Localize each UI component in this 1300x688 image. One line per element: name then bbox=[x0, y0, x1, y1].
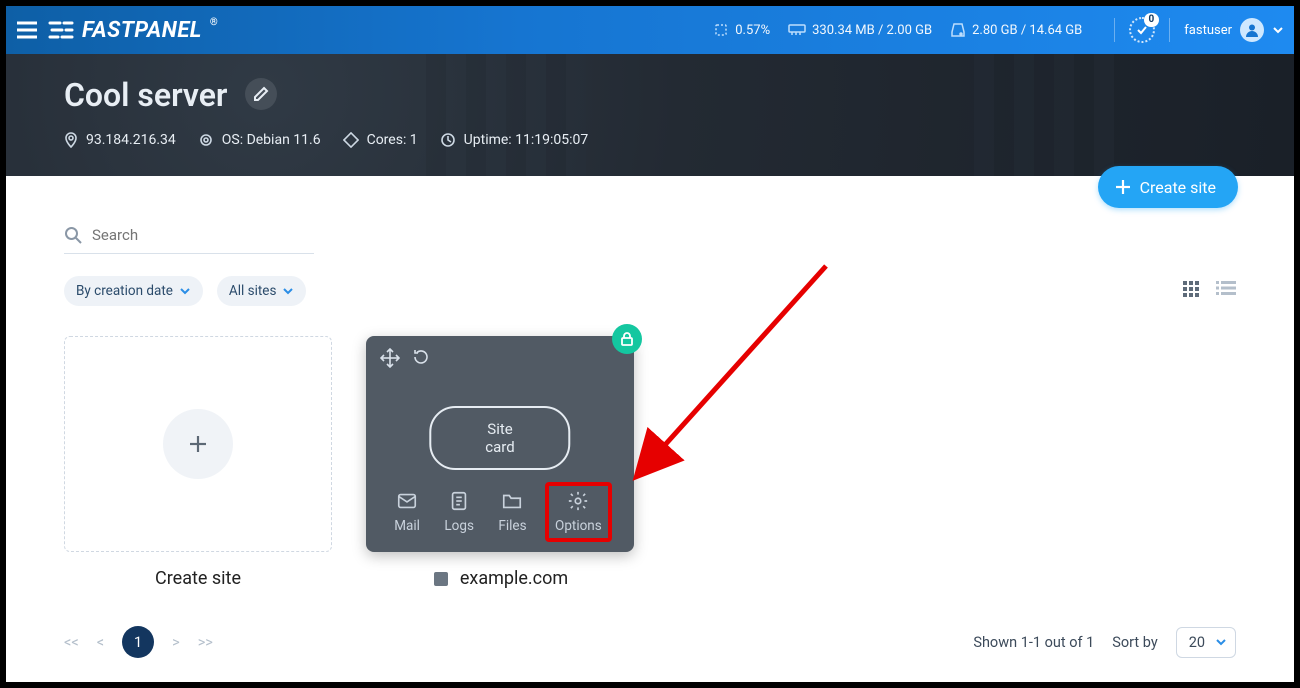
cores-value: Cores: 1 bbox=[367, 132, 418, 148]
site-card-button[interactable]: Site card bbox=[429, 406, 570, 470]
tasks-count: 0 bbox=[1144, 13, 1160, 27]
mail-action[interactable]: Mail bbox=[388, 486, 426, 542]
cpu-icon bbox=[713, 22, 729, 38]
search-icon bbox=[64, 226, 82, 244]
pencil-icon bbox=[253, 86, 269, 102]
create-site-button[interactable]: Create site bbox=[1098, 166, 1238, 208]
gear-icon bbox=[567, 490, 589, 512]
chevron-down-icon bbox=[179, 287, 191, 295]
server-cores: Cores: 1 bbox=[343, 132, 418, 148]
options-label: Options bbox=[555, 518, 602, 534]
disk-icon bbox=[950, 22, 966, 38]
grid-view-button[interactable] bbox=[1182, 280, 1200, 302]
content: By creation date All sites Create site bbox=[6, 176, 1294, 682]
site-domain: example.com bbox=[460, 568, 568, 589]
grid-icon bbox=[1182, 280, 1200, 298]
user-menu[interactable]: fastuser bbox=[1184, 18, 1284, 42]
page-current[interactable]: 1 bbox=[122, 626, 154, 658]
list-view-button[interactable] bbox=[1216, 280, 1236, 302]
plus-icon bbox=[187, 433, 209, 455]
disk-stat[interactable]: 2.80 GB / 14.64 GB bbox=[950, 22, 1082, 38]
create-site-card[interactable]: Create site bbox=[64, 336, 332, 589]
pagination: << < 1 > >> bbox=[64, 626, 213, 658]
tasks-button[interactable]: 0 bbox=[1129, 17, 1155, 43]
site-card: Site card Mail Logs Files bbox=[366, 336, 634, 589]
create-card-caption: Create site bbox=[64, 568, 332, 589]
mail-label: Mail bbox=[394, 518, 420, 534]
search-box[interactable] bbox=[64, 226, 314, 245]
server-os: OS: Debian 11.6 bbox=[198, 132, 321, 148]
server-uptime: Uptime: 11:19:05:07 bbox=[440, 132, 589, 148]
person-icon bbox=[1245, 23, 1259, 37]
page-last[interactable]: >> bbox=[198, 634, 213, 651]
page-first[interactable]: << bbox=[64, 634, 79, 651]
logs-action[interactable]: Logs bbox=[438, 486, 480, 542]
separator bbox=[1114, 18, 1115, 42]
logs-icon bbox=[448, 490, 470, 512]
logs-label: Logs bbox=[444, 518, 474, 534]
topbar: FASTPANEL ® 0.57% 330.34 MB / 2.00 GB 2.… bbox=[6, 6, 1294, 54]
server-ip: 93.184.216.34 bbox=[64, 132, 176, 148]
scope-filter[interactable]: All sites bbox=[217, 276, 307, 306]
disk-value: 2.80 GB / 14.64 GB bbox=[972, 23, 1082, 38]
search-input[interactable] bbox=[92, 226, 314, 244]
files-action[interactable]: Files bbox=[492, 486, 532, 542]
plus-circle bbox=[163, 409, 233, 479]
server-header: Cool server 93.184.216.34 OS: Debian 11.… bbox=[6, 54, 1294, 176]
edit-title-button[interactable] bbox=[245, 78, 277, 110]
page-prev[interactable]: < bbox=[97, 634, 104, 651]
ssl-badge[interactable] bbox=[612, 324, 642, 354]
move-icon bbox=[380, 348, 400, 368]
cpu-value: 0.57% bbox=[735, 23, 770, 38]
gear-icon bbox=[198, 132, 214, 148]
restart-icon bbox=[412, 348, 430, 366]
separator bbox=[1169, 18, 1170, 42]
image-icon bbox=[432, 570, 450, 588]
scope-filter-label: All sites bbox=[229, 283, 277, 299]
files-label: Files bbox=[498, 518, 526, 534]
sortby-label: Sort by bbox=[1112, 634, 1157, 651]
list-icon bbox=[1216, 280, 1236, 296]
username: fastuser bbox=[1184, 23, 1232, 38]
logo-icon bbox=[48, 20, 74, 40]
cores-icon bbox=[343, 132, 359, 148]
clock-icon bbox=[440, 132, 456, 148]
os-value: OS: Debian 11.6 bbox=[222, 132, 321, 148]
ram-stat[interactable]: 330.34 MB / 2.00 GB bbox=[788, 23, 932, 38]
ip-value: 93.184.216.34 bbox=[86, 132, 176, 148]
server-title: Cool server bbox=[64, 76, 227, 114]
shown-label: Shown 1-1 out of 1 bbox=[973, 634, 1094, 651]
chevron-down-icon bbox=[1272, 23, 1284, 38]
options-action[interactable]: Options bbox=[545, 482, 612, 542]
cpu-stat[interactable]: 0.57% bbox=[713, 22, 770, 38]
footer: << < 1 > >> Shown 1-1 out of 1 Sort by 2… bbox=[64, 626, 1236, 658]
registered-mark: ® bbox=[210, 17, 218, 28]
sort-filter[interactable]: By creation date bbox=[64, 276, 203, 306]
folder-icon bbox=[501, 490, 523, 512]
chevron-down-icon bbox=[1215, 638, 1227, 646]
ram-icon bbox=[788, 24, 806, 36]
ram-value: 330.34 MB / 2.00 GB bbox=[812, 23, 932, 38]
mail-icon bbox=[396, 490, 418, 512]
page-size-select[interactable]: 20 bbox=[1176, 627, 1236, 658]
chevron-down-icon bbox=[282, 287, 294, 295]
brand-logo[interactable]: FASTPANEL ® bbox=[48, 18, 218, 43]
page-size-value: 20 bbox=[1189, 634, 1205, 651]
sort-filter-label: By creation date bbox=[76, 283, 173, 299]
move-site-button[interactable] bbox=[380, 348, 400, 372]
search-underline bbox=[64, 253, 314, 254]
restart-site-button[interactable] bbox=[412, 348, 430, 372]
uptime-value: Uptime: 11:19:05:07 bbox=[464, 132, 589, 148]
pin-icon bbox=[64, 132, 78, 148]
brand-text: FASTPANEL bbox=[82, 18, 202, 43]
avatar bbox=[1240, 18, 1264, 42]
menu-button[interactable] bbox=[6, 21, 48, 39]
create-site-label: Create site bbox=[1140, 178, 1216, 197]
page-next[interactable]: > bbox=[172, 634, 180, 651]
plus-icon bbox=[1114, 178, 1132, 196]
lock-icon bbox=[619, 331, 635, 347]
